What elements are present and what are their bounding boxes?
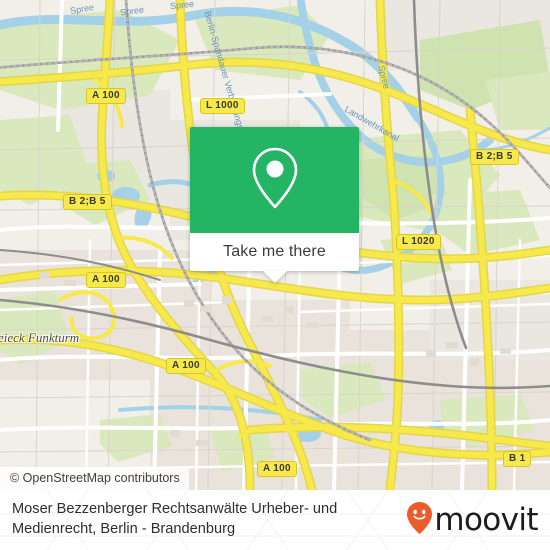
road-shield-a100[interactable]: A 100 bbox=[86, 88, 126, 104]
location-popup-card[interactable]: Take me there bbox=[190, 127, 359, 283]
road-shield-l1000[interactable]: L 1000 bbox=[200, 98, 245, 114]
road-shield-l1020[interactable]: L 1020 bbox=[396, 234, 441, 250]
road-shield-b1[interactable]: B 1 bbox=[503, 451, 532, 467]
popup-action-panel[interactable]: Take me there bbox=[190, 233, 359, 283]
take-me-there-label: Take me there bbox=[223, 243, 326, 260]
moovit-logo[interactable]: moovit bbox=[406, 501, 539, 540]
moovit-wordmark: moovit bbox=[434, 501, 538, 538]
page-title: Moser Bezzenberger Rechtsanwälte Urheber… bbox=[12, 501, 338, 537]
road-shield-b2b5[interactable]: B 2;B 5 bbox=[470, 149, 519, 165]
road-shield-a100[interactable]: A 100 bbox=[257, 461, 297, 477]
map-place-label-dreieck-funkturm: Dreieck Funkturm bbox=[0, 330, 80, 345]
popup-pointer-tail bbox=[262, 271, 287, 283]
result-footer: Moser Bezzenberger Rechtsanwälte Urheber… bbox=[0, 490, 550, 550]
moovit-smiley-pin-icon bbox=[406, 501, 433, 540]
road-shield-b2b5[interactable]: B 2;B 5 bbox=[63, 194, 112, 210]
road-shield-a100[interactable]: A 100 bbox=[86, 272, 126, 288]
map-canvas[interactable]: .bg { fill:#f2efe9; } .park { fill:#d9e8… bbox=[0, 0, 550, 490]
osm-attribution[interactable]: © OpenStreetMap contributors bbox=[0, 467, 189, 490]
road-shield-a100[interactable]: A 100 bbox=[166, 358, 206, 374]
popup-pin-panel bbox=[190, 127, 359, 233]
map-result-card: .bg { fill:#f2efe9; } .park { fill:#d9e8… bbox=[0, 0, 550, 550]
location-pin-icon bbox=[248, 145, 302, 216]
